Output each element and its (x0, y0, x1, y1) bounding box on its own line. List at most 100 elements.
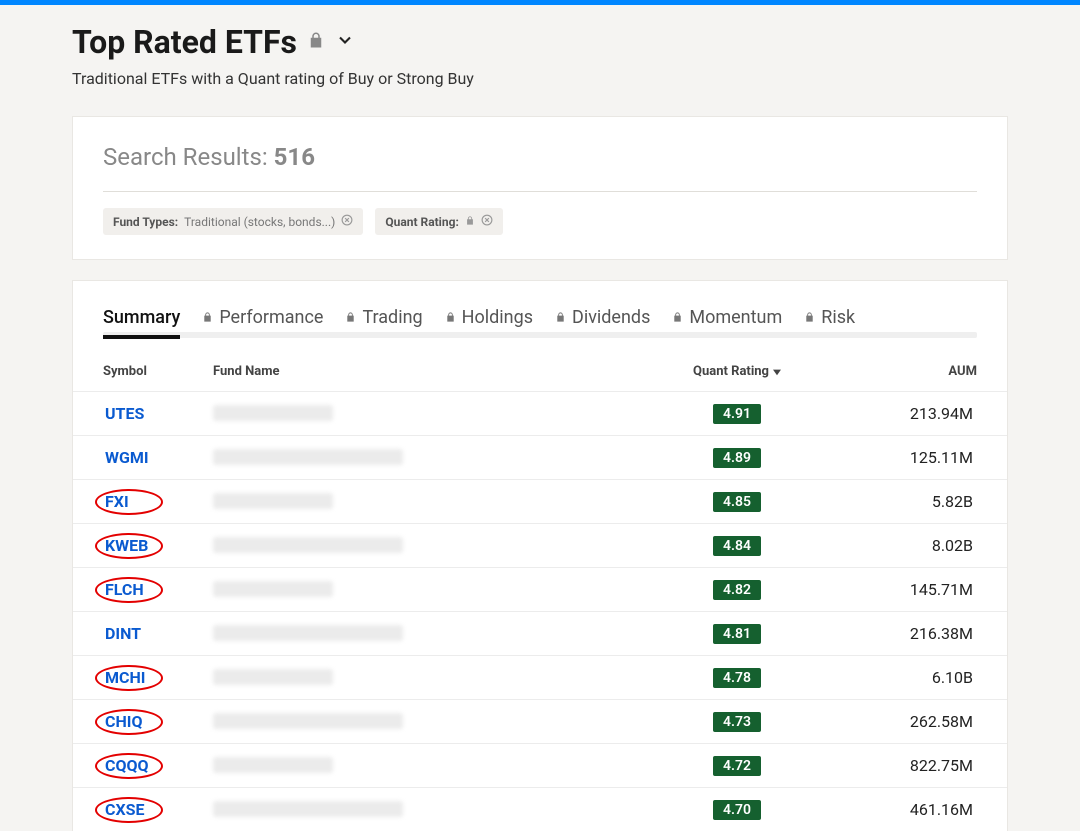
tab-summary[interactable]: Summary (103, 305, 180, 336)
aum-cell: 6.10B (817, 668, 977, 687)
quant-rating-cell: 4.73 (657, 711, 817, 732)
quant-rating-cell: 4.72 (657, 755, 817, 776)
filter-chip-label: Quant Rating: (385, 215, 459, 229)
aum-cell: 262.58M (817, 712, 977, 731)
quant-rating-badge: 4.85 (713, 492, 761, 512)
symbol-link[interactable]: KWEB (105, 536, 148, 555)
results-count: 516 (274, 143, 315, 171)
symbol-cell: MCHI (103, 668, 213, 687)
table-row: FLCH 4.82 145.71M (73, 567, 1007, 611)
fund-name-cell (213, 669, 657, 687)
tab-label: Summary (103, 307, 180, 328)
quant-rating-cell: 4.70 (657, 799, 817, 820)
table-row: FXI 4.85 5.82B (73, 479, 1007, 523)
tab-label: Performance (219, 307, 323, 328)
symbol-link[interactable]: DINT (105, 624, 141, 643)
fund-name-cell (213, 581, 657, 599)
fund-name-cell (213, 537, 657, 555)
quant-rating-badge: 4.91 (713, 404, 761, 424)
fund-name-redacted (213, 625, 403, 641)
lock-icon (345, 307, 356, 328)
page-title: Top Rated ETFs (72, 23, 297, 61)
tab-performance[interactable]: Performance (202, 305, 323, 336)
quant-rating-badge: 4.70 (713, 800, 761, 820)
symbol-cell: WGMI (103, 448, 213, 467)
fund-name-redacted (213, 449, 403, 465)
fund-name-redacted (213, 669, 333, 685)
table-row: CQQQ4.72822.75M (73, 743, 1007, 787)
aum-cell: 145.71M (817, 580, 977, 599)
symbol-link[interactable]: FLCH (105, 580, 144, 599)
quant-rating-badge: 4.89 (713, 448, 761, 468)
close-icon[interactable] (481, 214, 493, 229)
title-dropdown-button[interactable] (335, 30, 355, 54)
close-icon[interactable] (341, 214, 353, 229)
quant-rating-badge: 4.84 (713, 536, 761, 556)
quant-rating-badge: 4.72 (713, 756, 761, 776)
col-aum[interactable]: AUM (817, 364, 977, 379)
quant-rating-badge: 4.82 (713, 580, 761, 600)
table-row: DINT4.81216.38M (73, 611, 1007, 655)
results-prefix: Search Results: (103, 143, 274, 171)
symbol-link[interactable]: UTES (105, 404, 144, 423)
fund-name-redacted (213, 581, 333, 597)
symbol-link[interactable]: MCHI (105, 668, 145, 687)
symbol-cell: CQQQ (103, 756, 213, 775)
symbol-link[interactable]: CXSE (105, 800, 144, 819)
results-heading: Search Results: 516 (103, 143, 977, 191)
fund-name-redacted (213, 537, 403, 553)
aum-cell: 213.94M (817, 404, 977, 423)
lock-icon (445, 307, 456, 328)
tab-trading[interactable]: Trading (345, 305, 422, 336)
fund-name-redacted (213, 757, 333, 773)
symbol-cell: UTES (103, 404, 213, 423)
col-quant-rating-label: Quant Rating (693, 364, 769, 379)
sort-desc-icon (773, 368, 781, 376)
table-row: CXSE4.70461.16M (73, 787, 1007, 831)
tab-dividends[interactable]: Dividends (555, 305, 650, 336)
col-symbol[interactable]: Symbol (103, 364, 213, 379)
aum-cell: 5.82B (817, 492, 977, 511)
lock-icon (307, 30, 325, 54)
symbol-link[interactable]: CHIQ (105, 712, 142, 731)
col-fund[interactable]: Fund Name (213, 364, 657, 379)
tab-risk[interactable]: Risk (804, 305, 855, 336)
symbol-cell: FLCH (103, 580, 213, 599)
fund-name-cell (213, 493, 657, 511)
lock-icon (672, 307, 683, 328)
aum-cell: 216.38M (817, 624, 977, 643)
symbol-link[interactable]: WGMI (105, 448, 149, 467)
aum-cell: 8.02B (817, 536, 977, 555)
chevron-down-icon (335, 30, 355, 50)
table-row: WGMI 4.89 125.11M (73, 435, 1007, 479)
tab-label: Trading (362, 307, 422, 328)
symbol-cell: CHIQ (103, 712, 213, 731)
quant-rating-cell: 4.84 (657, 535, 817, 556)
tab-holdings[interactable]: Holdings (445, 305, 533, 336)
tab-label: Risk (821, 307, 855, 328)
fund-name-redacted (213, 713, 403, 729)
lock-icon (465, 215, 475, 229)
quant-rating-badge: 4.73 (713, 712, 761, 732)
symbol-cell: KWEB (103, 536, 213, 555)
symbol-link[interactable]: FXI (105, 492, 129, 511)
aum-cell: 125.11M (817, 448, 977, 467)
col-quant-rating[interactable]: Quant Rating (657, 364, 817, 379)
lock-icon (804, 307, 815, 328)
quant-rating-cell: 4.91 (657, 403, 817, 424)
tab-label: Holdings (462, 307, 533, 328)
symbol-cell: CXSE (103, 800, 213, 819)
fund-name-cell (213, 757, 657, 775)
table-row: MCHI4.786.10B (73, 655, 1007, 699)
filter-chip-value: Traditional (stocks, bonds...) (184, 215, 335, 229)
tab-label: Momentum (689, 307, 782, 328)
symbol-cell: FXI (103, 492, 213, 511)
results-table-card: Summary Performance Trading Holdings Dividen… (72, 280, 1008, 831)
quant-rating-cell: 4.85 (657, 491, 817, 512)
fund-name-cell (213, 801, 657, 819)
filter-chip[interactable]: Quant Rating: (375, 208, 503, 235)
tab-momentum[interactable]: Momentum (672, 305, 782, 336)
table-row: CHIQ 4.73 262.58M (73, 699, 1007, 743)
symbol-link[interactable]: CQQQ (105, 756, 149, 775)
filter-chip[interactable]: Fund Types:Traditional (stocks, bonds...… (103, 208, 363, 235)
